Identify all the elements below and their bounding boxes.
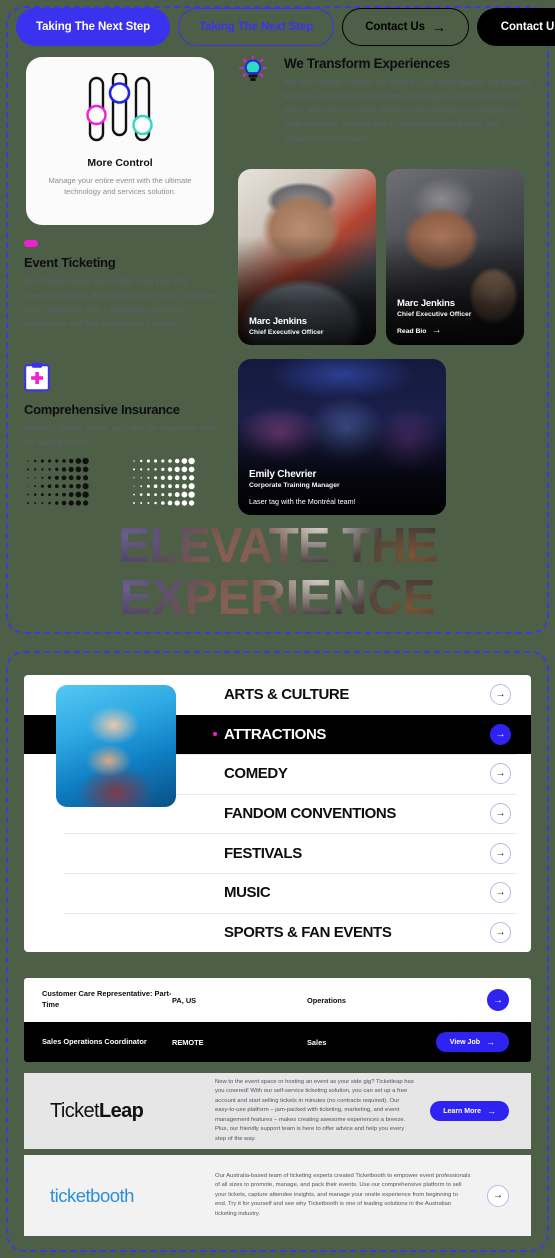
button-label: Taking The Next Step <box>199 21 314 33</box>
arrow-right-icon[interactable]: → <box>490 921 511 943</box>
ticketbooth-logo: ticketbooth <box>50 1184 134 1206</box>
view-job-label: View Job <box>449 1038 480 1046</box>
arrow-right-icon[interactable]: → <box>490 803 511 825</box>
team-caption: Marc Jenkins Chief Executive Officer <box>249 316 366 336</box>
read-bio-link[interactable]: Read Bio → <box>397 326 514 336</box>
job-location: PA, US <box>172 995 197 1005</box>
team-caption: Emily Chevrier Corporate Training Manage… <box>249 469 436 506</box>
job-department: Operations <box>307 995 347 1005</box>
job-list: Customer Care Representative: Part-Time … <box>24 978 531 1062</box>
feature-event-ticketing: Event Ticketing Sell tickets online and … <box>24 240 220 331</box>
team-card[interactable]: Marc Jenkins Chief Executive Officer Rea… <box>386 169 524 345</box>
more-control-card[interactable]: More Control Manage your entire event wi… <box>26 57 214 225</box>
category-label: ATTRACTIONS <box>224 725 326 743</box>
arrow-right-icon: → <box>486 1036 495 1047</box>
team-member-role: Corporate Training Manager <box>249 482 340 489</box>
button-label: Contact Us <box>365 21 425 33</box>
arrow-right-icon: → <box>487 1105 496 1116</box>
arrow-right-icon[interactable]: → <box>490 842 511 864</box>
team-member-note: Laser tag with the Montréal team! <box>249 497 356 506</box>
view-job-button[interactable]: View Job → <box>435 1032 509 1052</box>
more-control-title: More Control <box>87 157 153 169</box>
job-row[interactable]: Sales Operations Coordinator REMOTE Sale… <box>24 1022 531 1062</box>
sliders-icon <box>81 71 159 145</box>
team-member-name: Emily Chevrier <box>249 469 317 480</box>
job-row[interactable]: Customer Care Representative: Part-Time … <box>24 978 531 1022</box>
category-thumbnail-image <box>56 685 176 807</box>
category-label: FANDOM CONVENTIONS <box>224 805 396 823</box>
brand-description: New to the event space or hosting an eve… <box>215 1078 414 1142</box>
arrow-right-icon[interactable]: → <box>490 684 511 706</box>
category-row-festivals[interactable]: FESTIVALS → <box>24 833 531 873</box>
page-root: Taking The Next Step Taking The Next Ste… <box>0 0 555 1258</box>
category-label: ARTS & CULTURE <box>224 686 349 704</box>
pink-dash-icon <box>24 240 38 247</box>
brand-description: Our Australia-based team of ticketing ex… <box>215 1172 471 1217</box>
feature-title: Event Ticketing <box>24 255 116 270</box>
category-thumbnail <box>56 685 176 807</box>
brand-card-ticketleap: TicketLeap New to the event space or hos… <box>24 1073 531 1149</box>
more-control-description: Manage your entire event with the ultima… <box>48 176 192 196</box>
category-row-music[interactable]: MUSIC → <box>24 872 531 913</box>
job-title: Customer Care Representative: Part-Time <box>42 989 172 1009</box>
dot-pattern-decoration <box>22 455 222 515</box>
arrow-right-icon: → <box>431 325 442 336</box>
button-taking-next-step-solid[interactable]: Taking The Next Step <box>16 8 171 46</box>
team-member-name: Marc Jenkins <box>249 316 307 327</box>
team-card[interactable]: Emily Chevrier Corporate Training Manage… <box>238 359 446 515</box>
arrow-right-icon[interactable]: → <box>490 763 511 785</box>
button-contact-us-outline[interactable]: Contact Us → <box>342 8 469 46</box>
clipboard-medical-icon <box>24 362 50 392</box>
category-label: SPORTS & FAN EVENTS <box>224 923 392 941</box>
ticketleap-logo-part-2: Leap <box>99 1099 144 1122</box>
active-bullet-icon <box>213 732 217 737</box>
button-label: Contact Us <box>500 21 555 33</box>
category-label: FESTIVALS <box>224 844 302 862</box>
category-label: COMEDY <box>224 765 288 783</box>
learn-more-button[interactable]: Learn More → <box>430 1101 509 1121</box>
team-caption: Marc Jenkins Chief Executive Officer Rea… <box>397 298 514 336</box>
arrow-right-icon[interactable]: → <box>487 1184 509 1207</box>
transform-title: We Transform Experiences <box>284 56 450 71</box>
job-location: REMOTE <box>172 1037 204 1047</box>
feature-title: Comprehensive Insurance <box>24 402 180 417</box>
arrow-right-icon[interactable]: → <box>487 989 509 1011</box>
transform-description: We don't follow a script; we write it. O… <box>284 77 533 143</box>
button-row: Taking The Next Step Taking The Next Ste… <box>16 8 555 46</box>
team-card[interactable]: Marc Jenkins Chief Executive Officer <box>238 169 376 345</box>
lightbulb-icon <box>238 55 268 85</box>
team-member-role: Chief Executive Officer <box>397 311 472 318</box>
arrow-right-icon: → <box>431 19 446 35</box>
button-label: Taking The Next Step <box>36 21 151 33</box>
category-label: MUSIC <box>224 884 271 902</box>
arrow-right-icon[interactable]: → <box>490 882 511 904</box>
learn-more-label: Learn More <box>443 1107 481 1115</box>
brand-card-ticketbooth: ticketbooth Our Australia-based team of … <box>24 1155 531 1236</box>
team-member-name: Marc Jenkins <box>397 298 455 309</box>
hero-headline: ELEVATE THE EXPERIENCE <box>0 520 555 630</box>
team-member-role: Chief Executive Officer <box>249 329 324 336</box>
feature-description: Sell tickets online and onsite to all yo… <box>24 276 217 328</box>
feature-description: Medical, dental, vision, pet, and life i… <box>24 423 216 447</box>
button-contact-us-solid[interactable]: Contact Us → <box>476 8 555 46</box>
feature-comprehensive-insurance: Comprehensive Insurance Medical, dental,… <box>24 362 220 450</box>
category-row-sports-fan-events[interactable]: SPORTS & FAN EVENTS → <box>24 912 531 953</box>
ticketleap-logo-part-1: Ticket <box>50 1099 100 1122</box>
read-bio-label: Read Bio <box>397 327 427 335</box>
job-department: Sales <box>307 1037 327 1047</box>
ticketleap-logo: TicketLeap <box>50 1100 215 1123</box>
hero-line-1: ELEVATE THE <box>0 520 555 572</box>
arrow-right-icon[interactable]: → <box>490 723 511 745</box>
job-title: Sales Operations Coordinator <box>42 1036 147 1046</box>
hero-line-2: EXPERIENCE <box>0 572 555 624</box>
button-taking-next-step-outline[interactable]: Taking The Next Step <box>178 8 335 46</box>
